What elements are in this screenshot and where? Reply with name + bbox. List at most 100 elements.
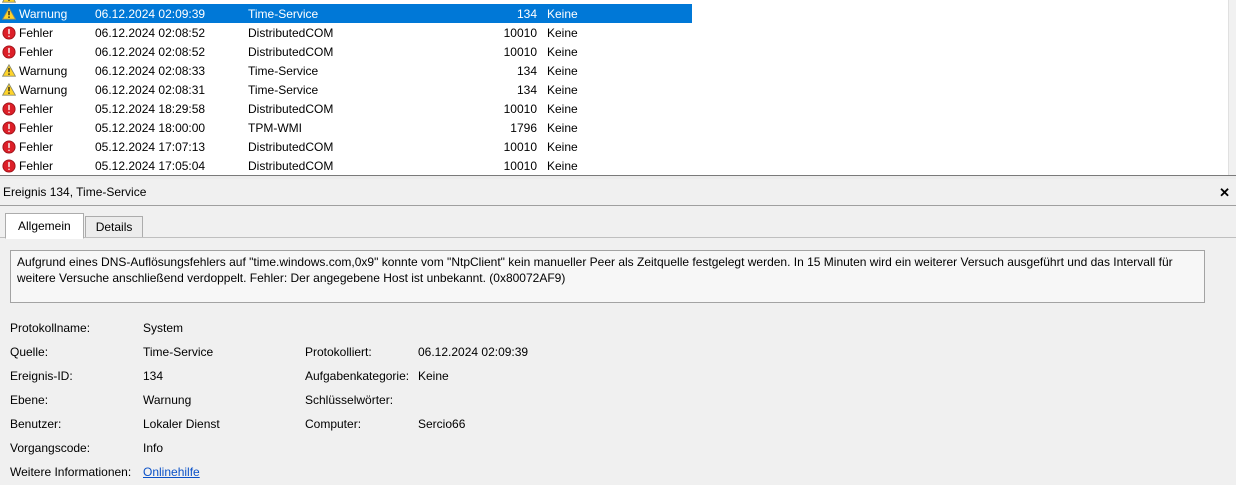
event-id: 10010: [503, 25, 537, 40]
event-datetime: 06.12.2024 02:09:39: [95, 6, 206, 21]
event-category: Keine: [547, 6, 578, 21]
event-level: Fehler: [19, 120, 54, 135]
field-value: Keine: [418, 369, 449, 383]
event-list: Warnung 06.12.2024 02:09:39 Time-Service 13…: [0, 0, 1236, 175]
event-id: 10010: [503, 158, 537, 173]
field-label: Quelle:: [10, 345, 49, 359]
event-row[interactable]: Fehler 06.12.2024 02:08:52 DistributedCOM 1…: [0, 23, 692, 42]
event-source: DistributedCOM: [248, 44, 334, 59]
event-datetime: 05.12.2024 18:29:58: [95, 101, 206, 116]
field-value: Info: [143, 441, 164, 455]
tab-details[interactable]: Details: [84, 216, 144, 238]
field-value: Onlinehilfe: [143, 465, 305, 479]
event-id: 134: [516, 6, 537, 21]
field-label: Computer:: [305, 417, 362, 431]
event-level: Fehler: [19, 44, 54, 59]
field-row: Benutzer: Lokaler Dienst Computer: Sercio66: [10, 417, 1236, 441]
event-row[interactable]: Fehler 05.12.2024 18:29:58 DistributedCOM 1…: [0, 99, 692, 118]
event-row[interactable]: Warnung 06.12.2024 02:08:31 Time-Service 13…: [0, 80, 692, 99]
tab-allgemein[interactable]: Allgemein: [5, 213, 84, 239]
details-header-title: Ereignis 134, Time-Service: [3, 185, 147, 199]
event-level-cell: Fehler: [0, 45, 95, 59]
field-label: Ebene:: [10, 393, 49, 407]
event-source: Time-Service: [248, 82, 319, 97]
event-level: Fehler: [19, 139, 54, 154]
event-id: 1796: [510, 120, 537, 135]
field-value: Warnung: [143, 393, 192, 407]
event-id: 10010: [503, 44, 537, 59]
event-category: Keine: [547, 82, 578, 97]
event-datetime: 05.12.2024 17:07:13: [95, 139, 206, 154]
event-row[interactable]: Fehler 05.12.2024 17:05:04 DistributedCOM 1…: [0, 156, 692, 175]
event-datetime: 06.12.2024 02:08:52: [95, 25, 206, 40]
event-id: 10010: [503, 101, 537, 116]
event-description[interactable]: Aufgrund eines DNS-Auflösungsfehlers auf…: [10, 250, 1205, 303]
error-icon: [2, 101, 16, 116]
event-row[interactable]: Fehler 06.12.2024 02:08:52 DistributedCOM 1…: [0, 42, 692, 61]
event-details-pane: Ereignis 134, Time-Service ✕ Allgemein D…: [0, 179, 1236, 485]
details-tabs: Allgemein Details: [0, 206, 1236, 239]
details-header: Ereignis 134, Time-Service ✕: [0, 179, 1236, 206]
warning-icon: [1, 0, 17, 4]
event-level-cell: Fehler: [0, 140, 95, 154]
field-value: Sercio66: [418, 417, 466, 431]
event-id: 134: [516, 82, 537, 97]
event-level-cell: Fehler: [0, 26, 95, 40]
field-row: Protokollname: System: [10, 321, 1236, 345]
event-level-cell: Fehler: [0, 102, 95, 116]
field-row: Ereignis-ID: 134 Aufgabenkategorie: Keine: [10, 369, 1236, 393]
error-icon: [2, 44, 16, 59]
event-level: Fehler: [19, 158, 54, 173]
event-id: 134: [516, 63, 537, 78]
event-source: DistributedCOM: [248, 101, 334, 116]
event-row[interactable]: Warnung 06.12.2024 02:08:33 Time-Service 13…: [0, 61, 692, 80]
event-level-cell: Warnung: [0, 63, 95, 78]
field-row: Weitere Informationen: Onlinehilfe: [10, 465, 1236, 485]
event-id: 10010: [503, 139, 537, 154]
field-label: Schlüsselwörter:: [305, 393, 394, 407]
event-category: Keine: [547, 44, 578, 59]
event-source: DistributedCOM: [248, 139, 334, 154]
event-row[interactable]: Fehler 05.12.2024 17:07:13 DistributedCOM 1…: [0, 137, 692, 156]
warning-icon: [2, 6, 16, 21]
tab-content-allgemein: Aufgrund eines DNS-Auflösungsfehlers auf…: [0, 238, 1236, 485]
event-row-partial[interactable]: [0, 0, 1236, 4]
event-category: Keine: [547, 158, 578, 173]
event-category: Keine: [547, 63, 578, 78]
event-source: Time-Service: [248, 63, 319, 78]
event-category: Keine: [547, 120, 578, 135]
event-level: Fehler: [19, 25, 54, 40]
error-icon: [2, 139, 16, 154]
event-rows: Warnung 06.12.2024 02:09:39 Time-Service 13…: [0, 4, 1236, 175]
event-datetime: 06.12.2024 02:08:33: [95, 63, 206, 78]
event-source: DistributedCOM: [248, 25, 334, 40]
event-source: DistributedCOM: [248, 158, 334, 173]
event-row[interactable]: Warnung 06.12.2024 02:09:39 Time-Service 13…: [0, 4, 692, 23]
field-value: Time-Service: [143, 345, 214, 359]
field-label: Benutzer:: [10, 417, 62, 431]
vertical-scrollbar[interactable]: [1228, 0, 1236, 175]
close-icon[interactable]: ✕: [1219, 186, 1230, 199]
error-icon: [2, 25, 16, 40]
event-category: Keine: [547, 25, 578, 40]
event-datetime: 05.12.2024 18:00:00: [95, 120, 206, 135]
field-label: Protokollname:: [10, 321, 91, 335]
online-help-link[interactable]: Onlinehilfe: [143, 465, 200, 479]
event-level-cell: Warnung: [0, 6, 95, 21]
event-row[interactable]: Fehler 05.12.2024 18:00:00 TPM-WMI 1796 Kein…: [0, 118, 692, 137]
field-value: 06.12.2024 02:09:39: [418, 345, 529, 359]
event-level-cell: Fehler: [0, 121, 95, 135]
event-datetime: 06.12.2024 02:08:52: [95, 44, 206, 59]
field-value: Lokaler Dienst: [143, 417, 220, 431]
event-level-cell: Warnung: [0, 82, 95, 97]
field-row: Quelle: Time-Service Protokolliert: 06.12.2…: [10, 345, 1236, 369]
field-label: Weitere Informationen:: [10, 465, 132, 479]
field-row: Ebene: Warnung Schlüsselwörter:: [10, 393, 1236, 417]
field-label: Vorgangscode:: [10, 441, 91, 455]
field-label: Ereignis-ID:: [10, 369, 73, 383]
warning-icon: [2, 63, 16, 78]
event-level: Warnung: [19, 6, 68, 21]
field-value: System: [143, 321, 184, 335]
event-level: Warnung: [19, 63, 68, 78]
event-datetime: 06.12.2024 02:08:31: [95, 82, 206, 97]
